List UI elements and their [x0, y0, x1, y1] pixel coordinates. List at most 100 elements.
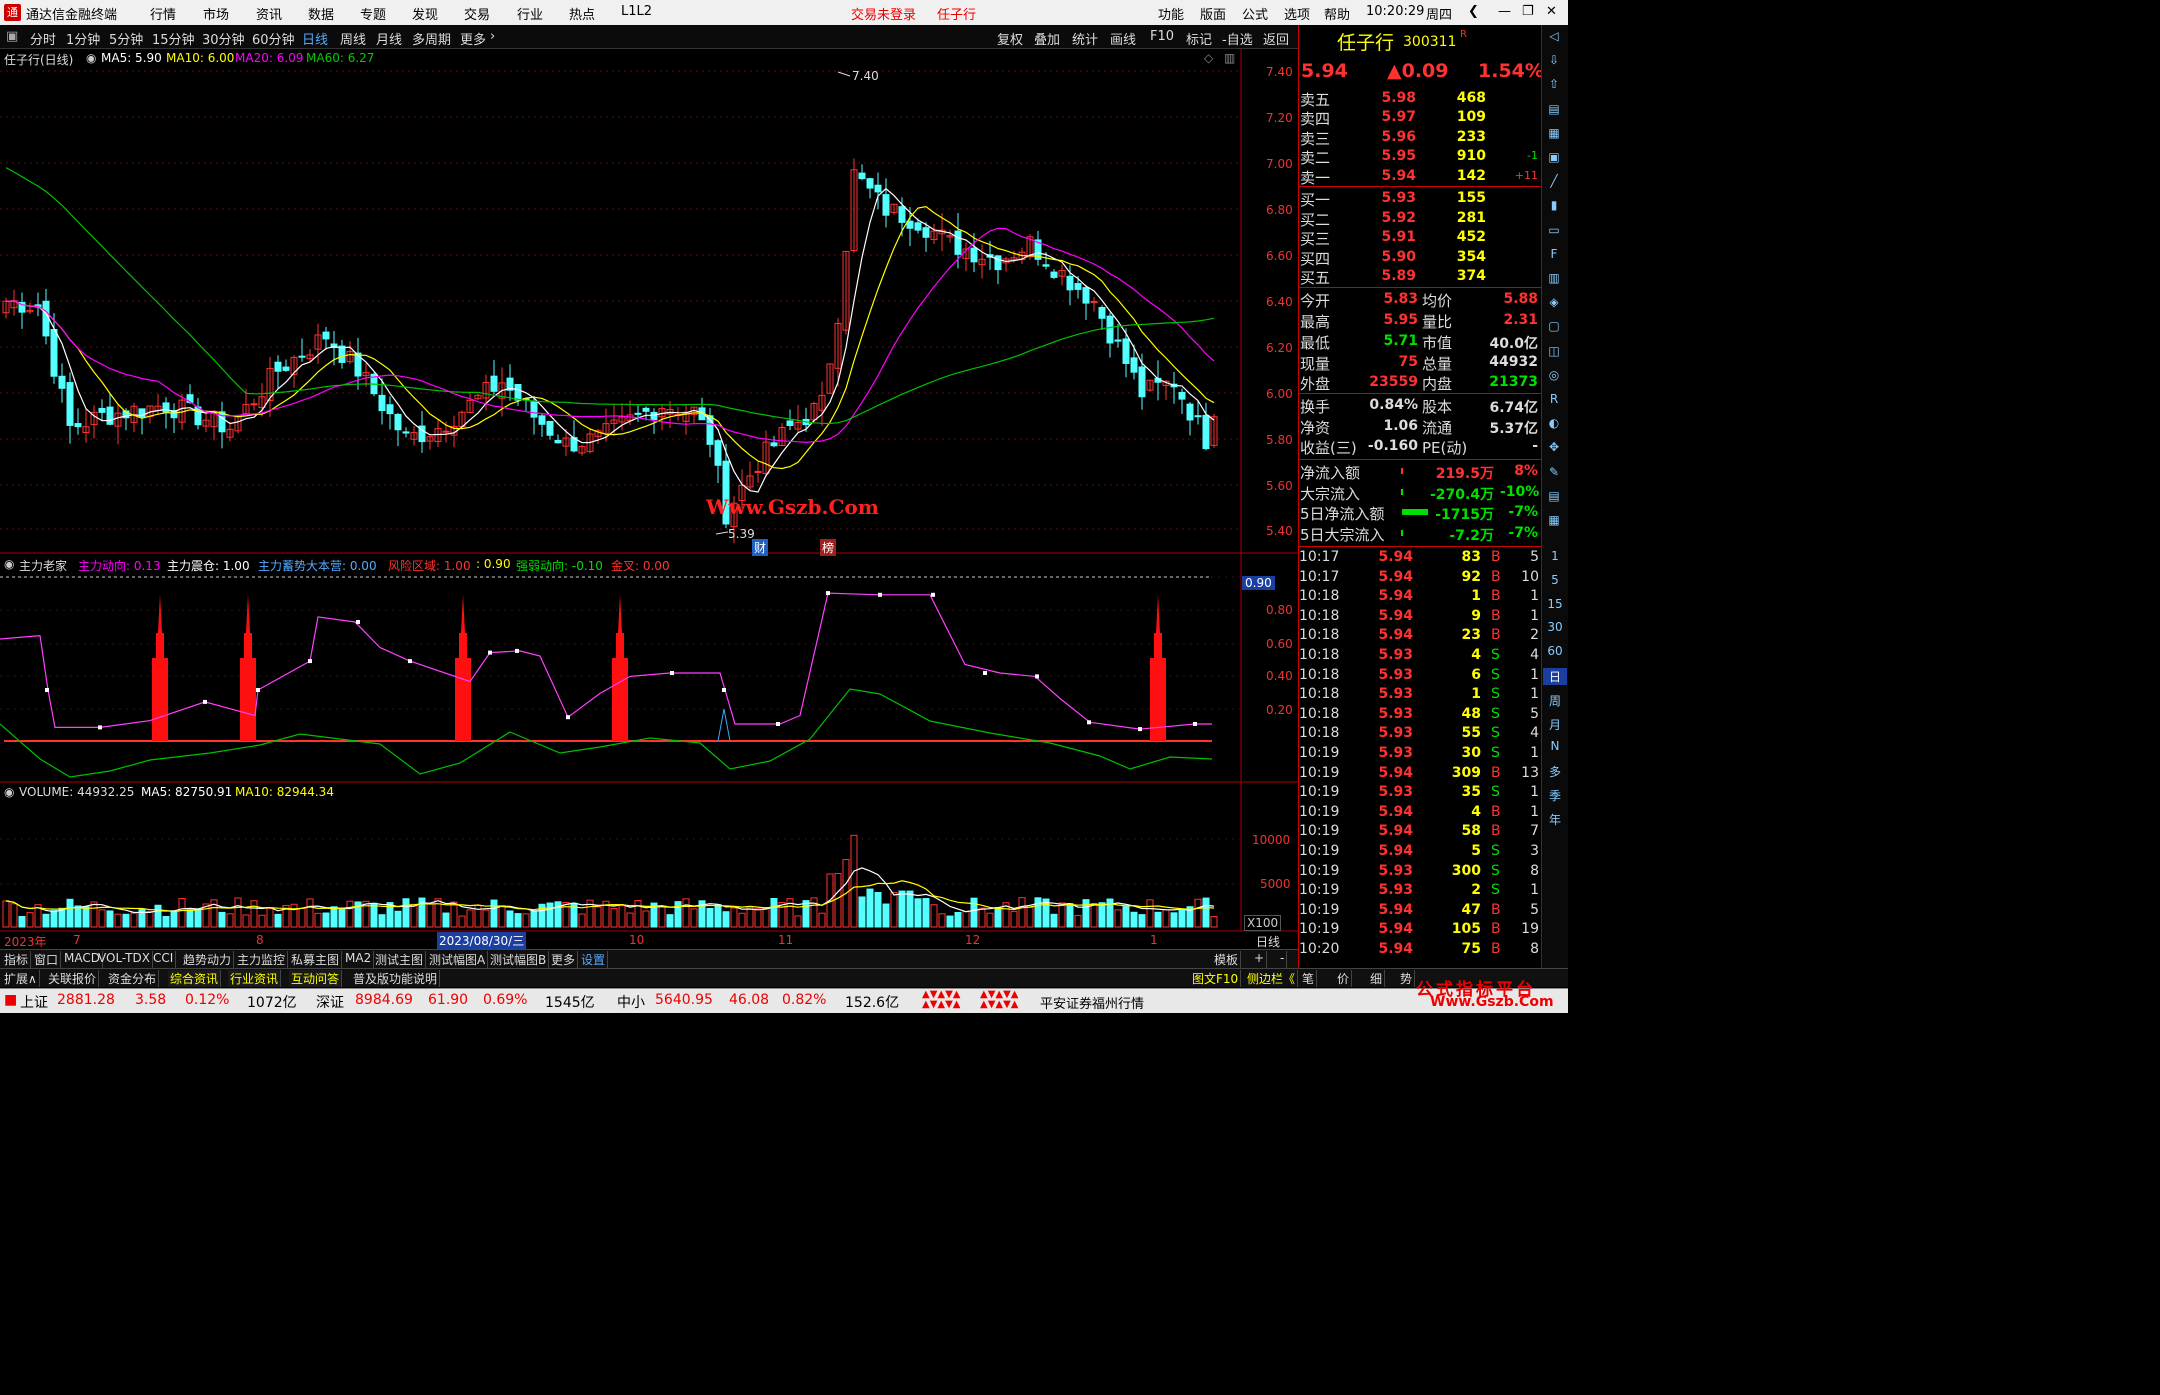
- index-sz-name[interactable]: 深证: [316, 992, 344, 1012]
- extension-tab[interactable]: 普及版功能说明: [351, 970, 441, 987]
- panel-tab[interactable]: 笔: [1300, 970, 1318, 987]
- menu-item[interactable]: 热点: [569, 4, 595, 23]
- chevron-up-icon[interactable]: ◁: [1543, 29, 1565, 49]
- period-tab-active[interactable]: 日线: [302, 29, 328, 48]
- tool-button[interactable]: 复权: [997, 29, 1023, 48]
- side-period-button[interactable]: 年: [1543, 811, 1567, 828]
- side-period-button[interactable]: 日: [1543, 668, 1567, 685]
- indicator-toggle-icon[interactable]: ◉: [4, 557, 14, 571]
- extension-tab[interactable]: 关联报价: [46, 970, 100, 987]
- indicator-tab[interactable]: 测试幅图A: [427, 951, 489, 968]
- side-period-button[interactable]: 月: [1543, 716, 1567, 733]
- indicator-tab[interactable]: CCI: [151, 951, 177, 968]
- kline-chart[interactable]: [0, 49, 1298, 949]
- extension-tab[interactable]: 行业资讯: [228, 970, 282, 987]
- indicator-tab[interactable]: 测试主图: [373, 951, 427, 968]
- panel-icon[interactable]: ▥: [1224, 51, 1235, 65]
- period-more[interactable]: 更多: [460, 29, 486, 48]
- minimize-icon[interactable]: —: [1498, 4, 1511, 19]
- chart-icon[interactable]: ▤: [1543, 102, 1565, 122]
- menu-item[interactable]: 市场: [203, 4, 229, 23]
- tool-button[interactable]: 统计: [1072, 29, 1098, 48]
- menu-item[interactable]: 专题: [360, 4, 386, 23]
- rsi-icon[interactable]: R: [1543, 392, 1565, 412]
- indicator-tab[interactable]: 窗口: [32, 951, 62, 968]
- finance-marker[interactable]: 财: [752, 539, 769, 556]
- menu-item[interactable]: 行业: [517, 4, 543, 23]
- remove-button[interactable]: -: [1278, 951, 1288, 968]
- indicator-tab[interactable]: 私募主图: [289, 951, 343, 968]
- stock-tab[interactable]: 任子行: [937, 4, 976, 23]
- tool-button[interactable]: 返回: [1263, 29, 1289, 48]
- period-tab[interactable]: 月线: [376, 29, 402, 48]
- period-tab[interactable]: 60分钟: [252, 29, 295, 48]
- tool-button[interactable]: 标记: [1186, 29, 1212, 48]
- fund-icon[interactable]: ▢: [1543, 319, 1565, 339]
- down-arrow-icon[interactable]: ⇧: [1543, 77, 1565, 97]
- side-period-button[interactable]: 周: [1543, 692, 1567, 709]
- ranking-marker[interactable]: 榜: [820, 539, 837, 556]
- table-icon[interactable]: ▦: [1543, 126, 1565, 146]
- index-zx-name[interactable]: 中小: [617, 992, 645, 1012]
- index-sh-name[interactable]: 上证: [20, 992, 48, 1012]
- stats-icon[interactable]: ◎: [1543, 368, 1565, 388]
- period-tab[interactable]: 30分钟: [202, 29, 245, 48]
- period-tab[interactable]: 15分钟: [152, 29, 195, 48]
- side-period-button[interactable]: 15: [1543, 597, 1567, 611]
- kline-icon[interactable]: ▮: [1543, 198, 1565, 218]
- report-icon[interactable]: ▥: [1543, 271, 1565, 291]
- back-icon[interactable]: ❮: [1468, 4, 1479, 19]
- volume-toggle-icon[interactable]: ◉: [4, 785, 14, 799]
- doc-icon[interactable]: ▤: [1543, 489, 1565, 509]
- indicator-tab[interactable]: 设置: [579, 951, 609, 968]
- tool-button[interactable]: 画线: [1110, 29, 1136, 48]
- tool-button[interactable]: F10: [1150, 29, 1174, 44]
- line-chart-icon[interactable]: ╱: [1543, 174, 1565, 194]
- move-icon[interactable]: ✥: [1543, 440, 1565, 460]
- tool-button[interactable]: 叠加: [1034, 29, 1060, 48]
- extension-tab[interactable]: 扩展∧: [2, 970, 40, 987]
- menu-item[interactable]: 版面: [1200, 4, 1226, 23]
- f10-icon[interactable]: F: [1543, 247, 1565, 267]
- panel-tab[interactable]: 图文F10: [1190, 970, 1242, 987]
- side-period-button[interactable]: 季: [1543, 787, 1567, 804]
- menu-item[interactable]: 发现: [412, 4, 438, 23]
- legend-toggle-icon[interactable]: ◉: [86, 51, 96, 65]
- side-period-button[interactable]: N: [1543, 739, 1567, 753]
- extension-tab[interactable]: 资金分布: [106, 970, 160, 987]
- menu-item[interactable]: 数据: [308, 4, 334, 23]
- period-tab[interactable]: 周线: [340, 29, 366, 48]
- template-button[interactable]: 模板: [1212, 951, 1242, 968]
- period-tab[interactable]: 分时: [30, 29, 56, 48]
- panel-tab[interactable]: 细: [1368, 970, 1386, 987]
- indicator-tab[interactable]: VOL-TDX: [96, 951, 153, 968]
- period-tab[interactable]: 5分钟: [109, 29, 143, 48]
- menu-item[interactable]: 行情: [150, 4, 176, 23]
- window-icon[interactable]: ▣: [1543, 150, 1565, 170]
- up-arrow-icon[interactable]: ⇩: [1543, 53, 1565, 73]
- panel-tab[interactable]: 势: [1398, 970, 1416, 987]
- menu-item[interactable]: 选项: [1284, 4, 1310, 23]
- tool-button[interactable]: -自选: [1222, 29, 1253, 48]
- indicator-tab[interactable]: 指标: [2, 951, 32, 968]
- side-period-button[interactable]: 60: [1543, 644, 1567, 658]
- calendar-icon[interactable]: ▦: [1543, 513, 1565, 533]
- menu-item[interactable]: 帮助: [1324, 4, 1350, 23]
- period-tab[interactable]: 1分钟: [66, 29, 100, 48]
- indicator-tab[interactable]: 趋势动力: [181, 951, 235, 968]
- indicator-tab[interactable]: 测试幅图B: [488, 951, 550, 968]
- panel-toggle-icon[interactable]: ▣: [6, 29, 18, 44]
- chevron-right-icon[interactable]: ›: [490, 29, 495, 44]
- indicator-tab[interactable]: MA2: [343, 951, 375, 968]
- add-button[interactable]: +: [1252, 951, 1268, 968]
- extension-tab[interactable]: 综合资讯: [168, 970, 222, 987]
- pen-icon[interactable]: ✎: [1543, 465, 1565, 485]
- side-period-button[interactable]: 30: [1543, 620, 1567, 634]
- extension-tab[interactable]: 互动问答: [289, 970, 343, 987]
- maximize-icon[interactable]: ❐: [1522, 4, 1534, 19]
- menu-item[interactable]: 资讯: [256, 4, 282, 23]
- layers-icon[interactable]: ▭: [1543, 223, 1565, 243]
- side-period-button[interactable]: 多: [1543, 763, 1567, 780]
- side-period-button[interactable]: 1: [1543, 549, 1567, 563]
- indicator-tab[interactable]: 主力监控: [235, 951, 289, 968]
